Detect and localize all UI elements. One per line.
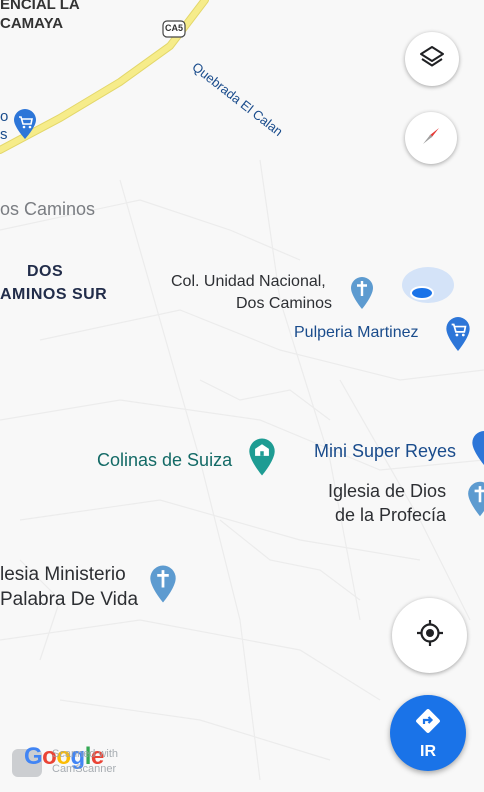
shopping-cart-icon[interactable] (12, 108, 38, 145)
area-label-top-2: CAMAYA (0, 15, 64, 32)
road-shield: CA5 (162, 20, 186, 43)
map-canvas[interactable]: CA5 ENCIAL LA CAMAYA Quebrada El Calan o… (0, 0, 484, 792)
poi-label-iglesia-dios: Iglesia de Dios (328, 481, 447, 501)
poi-label-col-unidad-2: Dos Caminos (236, 295, 333, 312)
layers-button[interactable] (405, 32, 459, 86)
area-label-top: ENCIAL LA (0, 0, 80, 13)
my-location-icon (415, 618, 445, 653)
store-label-cut: o (0, 108, 9, 125)
shopping-cart-icon[interactable] (470, 430, 484, 471)
neighborhood-label-dos-caminos-sur-2: AMINOS SUR (0, 286, 108, 303)
compass-icon (418, 123, 444, 154)
watermark-line-2: CamScanner (52, 763, 117, 775)
neighborhood-label-dos-caminos: os Caminos (0, 199, 96, 219)
poi-label-iglesia-ministerio-2: Palabra De Vida (0, 589, 139, 610)
my-location-button[interactable] (392, 598, 467, 673)
map-base (0, 0, 484, 781)
poi-label-iglesia-dios-2: de la Profecía (335, 505, 447, 525)
poi-label-colinas: Colinas de Suiza (97, 450, 233, 470)
poi-label-col-unidad: Col. Unidad Nacional, (171, 273, 326, 290)
layers-icon (419, 44, 445, 75)
store-label-cut-2: s (0, 126, 8, 143)
shopping-cart-icon[interactable] (444, 316, 472, 357)
landmark-icon[interactable] (247, 437, 277, 482)
poi-label-iglesia-ministerio: lesia Ministerio (0, 564, 126, 585)
watermark-line-1: Scanned with (52, 748, 119, 760)
directions-icon (413, 706, 443, 741)
church-cross-icon[interactable] (349, 276, 375, 315)
directions-button[interactable]: IR (390, 695, 466, 771)
church-cross-icon[interactable] (466, 480, 484, 523)
church-cross-icon[interactable] (148, 563, 178, 610)
neighborhood-label-dos-caminos-sur-1: DOS (27, 263, 64, 280)
poi-label-pulperia: Pulperia Martinez (294, 324, 419, 341)
road-shield-label: CA5 (165, 23, 184, 33)
compass-button[interactable] (405, 112, 457, 164)
directions-label: IR (420, 742, 436, 760)
poi-label-mini-super: Mini Super Reyes (314, 441, 457, 461)
